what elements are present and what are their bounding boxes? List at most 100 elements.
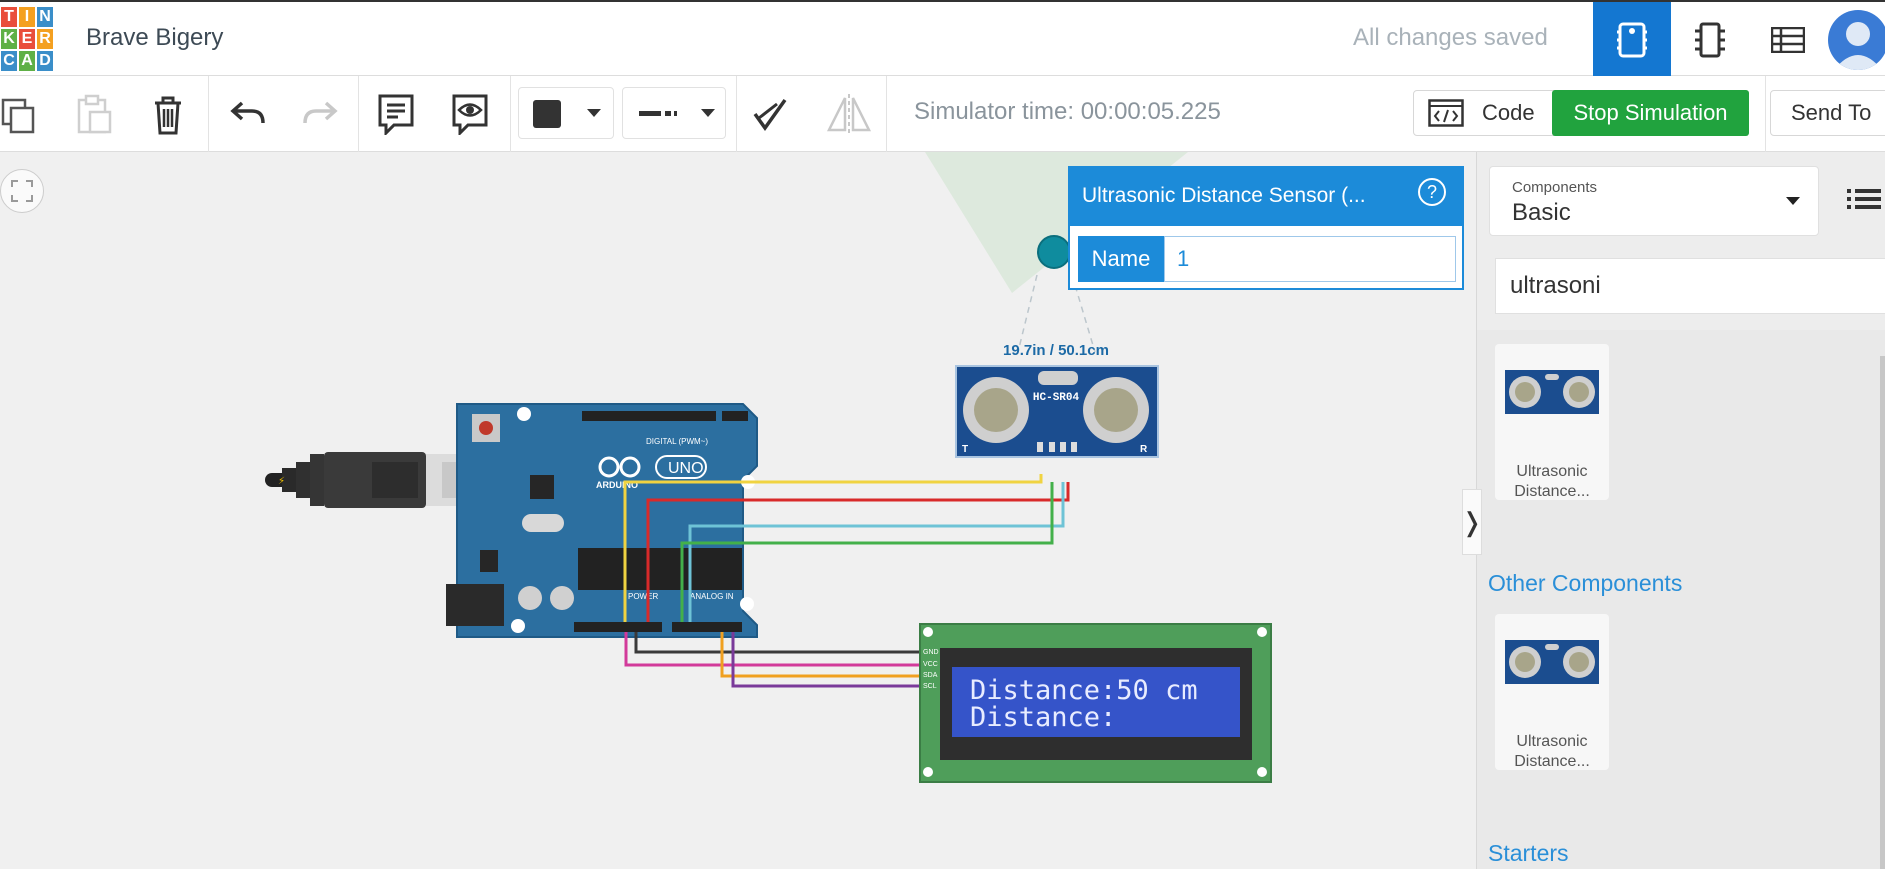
chevron-down-icon bbox=[1786, 197, 1800, 205]
name-field[interactable]: 1 bbox=[1164, 236, 1456, 282]
fill-color-icon bbox=[533, 100, 561, 128]
logo-letter: A bbox=[18, 50, 36, 72]
toolbar-separator bbox=[510, 76, 511, 152]
lcd-line-2: Distance: bbox=[970, 702, 1116, 733]
save-status: All changes saved bbox=[1353, 24, 1548, 51]
chevron-down-icon bbox=[587, 109, 601, 117]
chip-icon bbox=[1695, 22, 1725, 57]
breadboard-icon bbox=[1617, 22, 1647, 57]
starters-heading[interactable]: Starters bbox=[1488, 840, 1569, 867]
lcd-pin-label: SCL bbox=[923, 683, 937, 690]
logo-letter: N bbox=[36, 6, 54, 28]
board-power-label: POWER bbox=[628, 592, 658, 601]
search-results: Ultrasonic Distance... Other Components … bbox=[1477, 330, 1885, 869]
logo-letter: T bbox=[0, 6, 18, 28]
board-label: UNO bbox=[668, 460, 704, 477]
toolbar-separator bbox=[1765, 76, 1766, 152]
components-dropdown-value: Basic bbox=[1512, 199, 1571, 226]
sensor-model: HC-SR04 bbox=[1033, 392, 1080, 404]
toolbar-separator bbox=[736, 76, 737, 152]
distance-readout: 19.7in / 50.1cm bbox=[1003, 342, 1109, 359]
logo-letter: E bbox=[18, 28, 36, 50]
lcd-display[interactable]: Distance:50 cm Distance: GND VCC SDA SCL bbox=[919, 623, 1272, 783]
collapse-panel-button[interactable]: ❭ bbox=[1461, 489, 1483, 555]
toolbar-separator bbox=[208, 76, 209, 152]
paste-button[interactable] bbox=[72, 90, 116, 138]
logo-letter: C bbox=[0, 50, 18, 72]
fit-view-button[interactable] bbox=[0, 169, 44, 213]
project-title[interactable]: Brave Bigery bbox=[86, 24, 223, 52]
list-view-icon[interactable] bbox=[1847, 188, 1881, 210]
line-style-icon bbox=[639, 111, 677, 116]
logo-letter: D bbox=[36, 50, 54, 72]
code-icon bbox=[1428, 99, 1464, 127]
notes-visibility-icon bbox=[452, 94, 488, 135]
components-panel: Components Basic ultrasoni Ultrasonic Di… bbox=[1476, 152, 1885, 869]
copy-icon bbox=[1, 98, 35, 134]
component-card[interactable]: Ultrasonic Distance... bbox=[1495, 614, 1609, 770]
panel-scrollbar[interactable] bbox=[1880, 356, 1885, 869]
note-icon bbox=[378, 94, 414, 135]
circuit-view-button[interactable] bbox=[1593, 2, 1671, 77]
code-button-label: Code bbox=[1482, 100, 1535, 125]
component-card-label: Ultrasonic Distance... bbox=[1514, 733, 1590, 770]
flip-button[interactable] bbox=[826, 90, 872, 138]
sensor-pin-right: R bbox=[1140, 444, 1148, 455]
send-to-button[interactable]: Send To bbox=[1770, 90, 1885, 136]
inspector-header: Ultrasonic Distance Sensor (... ? bbox=[1070, 168, 1462, 226]
arduino-uno-board[interactable]: UNO ARDUINO DIGITAL (PWM~) POWER ANALOG … bbox=[446, 403, 758, 638]
paste-icon bbox=[77, 94, 112, 134]
copy-button[interactable] bbox=[0, 90, 42, 138]
undo-icon bbox=[230, 101, 265, 124]
svg-text:⚡: ⚡ bbox=[278, 476, 285, 487]
user-icon bbox=[1834, 22, 1882, 70]
tinkercad-logo[interactable]: T I N K E R C A D bbox=[0, 6, 54, 72]
annotate-icon bbox=[753, 98, 787, 132]
top-bar: T I N K E R C A D Brave Bigery All chang… bbox=[0, 0, 1885, 77]
lcd-pin-label: GND bbox=[923, 649, 939, 656]
logo-letter: K bbox=[0, 28, 18, 50]
add-note-button[interactable] bbox=[374, 90, 418, 138]
code-button[interactable]: Code bbox=[1413, 90, 1561, 136]
user-avatar[interactable] bbox=[1828, 10, 1885, 70]
sensor-pin-left: T bbox=[962, 444, 968, 455]
fill-color-dropdown[interactable] bbox=[518, 87, 614, 139]
hc-sr04-sensor[interactable]: 19.7in / 50.1cm HC-SR04 T R bbox=[955, 342, 1159, 458]
table-icon bbox=[1771, 26, 1805, 53]
chevron-down-icon bbox=[701, 109, 715, 117]
line-style-dropdown[interactable] bbox=[622, 87, 726, 139]
name-label: Name bbox=[1078, 236, 1164, 282]
toolbar-separator bbox=[886, 76, 887, 152]
target-object[interactable] bbox=[1037, 235, 1071, 269]
simulator-time: Simulator time: 00:00:05.225 bbox=[914, 98, 1221, 125]
component-card[interactable]: Ultrasonic Distance... bbox=[1495, 344, 1609, 500]
delete-icon bbox=[155, 96, 181, 135]
help-icon[interactable]: ? bbox=[1418, 178, 1446, 206]
fit-to-view-icon bbox=[11, 180, 33, 202]
components-dropdown[interactable]: Components Basic bbox=[1489, 166, 1819, 236]
undo-button[interactable] bbox=[226, 90, 270, 138]
board-digital-label: DIGITAL (PWM~) bbox=[646, 437, 708, 446]
redo-icon bbox=[303, 101, 338, 124]
component-inspector: Ultrasonic Distance Sensor (... ? Name 1 bbox=[1068, 166, 1464, 290]
delete-button[interactable] bbox=[146, 90, 190, 138]
component-list-view-button[interactable] bbox=[1749, 2, 1827, 77]
component-card-label: Ultrasonic Distance... bbox=[1514, 463, 1590, 500]
other-components-heading[interactable]: Other Components bbox=[1488, 570, 1682, 597]
lcd-pin-label: SDA bbox=[923, 672, 938, 679]
toggle-notes-button[interactable] bbox=[448, 90, 492, 138]
lcd-pin-label: VCC bbox=[923, 661, 938, 668]
annotate-button[interactable] bbox=[748, 90, 792, 138]
inspector-title: Ultrasonic Distance Sensor (... bbox=[1082, 184, 1366, 207]
redo-button[interactable] bbox=[298, 90, 342, 138]
logo-letter: I bbox=[18, 6, 36, 28]
toolbar-separator bbox=[358, 76, 359, 152]
logo-letter: R bbox=[36, 28, 54, 50]
schematic-view-button[interactable] bbox=[1671, 2, 1749, 77]
stop-simulation-button[interactable]: Stop Simulation bbox=[1552, 90, 1749, 136]
ultrasonic-sensor-thumbnail bbox=[1505, 370, 1599, 414]
flip-icon bbox=[826, 94, 872, 134]
board-analog-label: ANALOG IN bbox=[690, 592, 734, 601]
component-search-input[interactable]: ultrasoni bbox=[1495, 258, 1885, 314]
ultrasonic-sensor-thumbnail bbox=[1505, 640, 1599, 684]
